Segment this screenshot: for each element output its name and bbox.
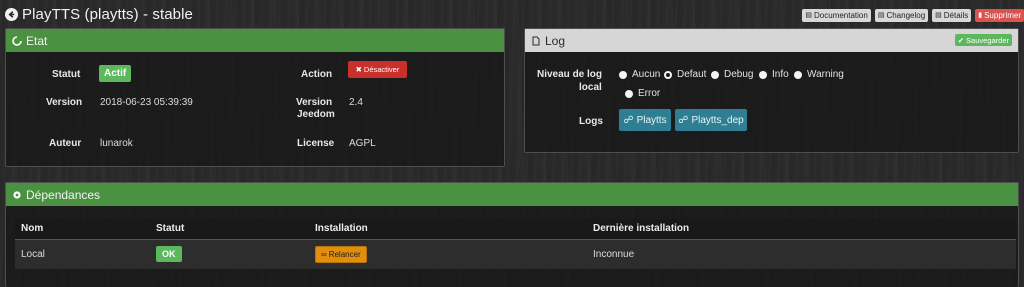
column-derniere-installation: Dernière installation: [587, 219, 1016, 240]
bicycle-icon: ∞: [321, 249, 327, 259]
cell-installation: ∞ Relancer: [309, 239, 587, 269]
documentation-button[interactable]: ▤ Documentation: [802, 9, 871, 22]
radio-button[interactable]: [794, 70, 802, 79]
documentation-label: Documentation: [814, 11, 868, 20]
desactiver-label: Désactiver: [363, 65, 400, 74]
column-installation: Installation: [309, 219, 587, 240]
table-header-row: Nom Statut Installation Dernière install…: [15, 219, 1016, 240]
log-level-label-line2: local: [579, 82, 602, 93]
radio-aucun[interactable]: Aucun: [619, 69, 660, 80]
radio-aucun-label: Aucun: [632, 69, 661, 80]
radio-error[interactable]: Error: [625, 88, 660, 99]
etat-title: Etat: [26, 33, 48, 48]
book-icon: ▤: [935, 12, 942, 19]
radio-debug[interactable]: Debug: [711, 69, 753, 80]
relancer-button[interactable]: ∞ Relancer: [315, 245, 367, 263]
paperclip-icon: ☍: [678, 114, 689, 126]
log-playtts-dep-label: Playtts_dep: [691, 114, 744, 126]
relancer-label: Relancer: [328, 249, 361, 259]
close-icon: ✖: [355, 65, 362, 74]
log-level-label-line1: Niveau de log: [537, 69, 603, 80]
radio-button[interactable]: [759, 70, 767, 79]
log-playtts-button[interactable]: ☍ Playtts: [619, 109, 671, 131]
trash-icon: ▮: [978, 12, 983, 19]
version-label: Version: [46, 97, 83, 108]
license-label: License: [297, 138, 335, 149]
jeedom-version-value: 2.4: [349, 97, 363, 108]
page-title: PlayTTS (playtts) - stable: [22, 6, 193, 23]
log-title: Log: [545, 33, 566, 48]
log-panel: Log ✔ Sauvegarder Niveau de log local Au…: [524, 28, 1019, 153]
etat-panel: Etat Statut Actif Action ✖ Désactiver Ve…: [5, 28, 505, 167]
book-icon: ▤: [877, 12, 885, 19]
top-toolbar: ▤ Documentation ▤ Changelog ▤ Détails ▮ …: [802, 9, 1024, 22]
radio-button[interactable]: [625, 89, 633, 98]
radio-info[interactable]: Info: [759, 69, 789, 80]
logs-label: Logs: [579, 116, 603, 127]
paperclip-icon: ☍: [623, 114, 634, 126]
column-nom: Nom: [15, 219, 150, 240]
statut-label: Statut: [52, 69, 81, 80]
save-label: Sauvegarder: [966, 35, 1009, 45]
radio-defaut-label: Defaut: [677, 69, 707, 80]
dependances-panel-header: Dépendances: [6, 183, 1018, 206]
delete-button[interactable]: ▮ Supprimer: [975, 9, 1024, 22]
circle-notch-icon: [12, 35, 22, 46]
cell-statut: OK: [150, 239, 309, 269]
license-value: AGPL: [349, 138, 376, 149]
log-panel-header: Log ✔ Sauvegarder: [525, 29, 1018, 52]
book-icon: ▤: [805, 12, 813, 19]
radio-warning-label: Warning: [807, 69, 844, 80]
log-playtts-label: Playtts: [636, 114, 667, 126]
action-label: Action: [301, 69, 333, 80]
auteur-value: lunarok: [100, 138, 133, 149]
jeedom-version-label-line1: Version: [296, 97, 333, 108]
table-row: Local OK ∞ Relancer Inconnue: [15, 239, 1016, 269]
details-button[interactable]: ▤ Détails: [932, 9, 972, 22]
cell-nom: Local: [15, 239, 150, 269]
title-bar: PlayTTS (playtts) - stable: [5, 6, 193, 23]
status-badge: OK: [156, 246, 182, 263]
certificate-icon: [12, 190, 22, 200]
save-button[interactable]: ✔ Sauvegarder: [954, 34, 1012, 46]
dependances-table: Nom Statut Installation Dernière install…: [15, 219, 1016, 269]
check-circle-icon: ✔: [957, 35, 965, 45]
radio-info-label: Info: [772, 69, 789, 80]
radio-defaut[interactable]: Defaut: [664, 69, 706, 80]
dependances-title: Dépendances: [26, 187, 101, 202]
radio-button[interactable]: [619, 70, 627, 79]
details-label: Détails: [943, 11, 969, 20]
arrow-left-circle-icon[interactable]: [5, 8, 18, 21]
changelog-button[interactable]: ▤ Changelog: [874, 9, 929, 22]
radio-warning[interactable]: Warning: [794, 69, 844, 80]
log-playtts-dep-button[interactable]: ☍ Playtts_dep: [675, 109, 747, 131]
column-statut: Statut: [150, 219, 309, 240]
jeedom-version-label-line2: Jeedom: [297, 109, 335, 120]
delete-label: Supprimer: [984, 11, 1021, 20]
version-value: 2018-06-23 05:39:39: [100, 97, 193, 108]
cell-derniere-installation: Inconnue: [587, 239, 1016, 269]
radio-error-label: Error: [638, 88, 661, 99]
auteur-label: Auteur: [49, 138, 82, 149]
file-icon: [531, 36, 541, 46]
dependances-panel: Dépendances Nom Statut Installation Dern…: [5, 182, 1019, 287]
statut-badge: Actif: [99, 65, 132, 82]
radio-button[interactable]: [711, 70, 719, 79]
radio-button-checked[interactable]: [664, 70, 672, 79]
changelog-label: Changelog: [886, 11, 926, 20]
etat-panel-header: Etat: [6, 29, 504, 52]
radio-debug-label: Debug: [724, 69, 754, 80]
desactiver-button[interactable]: ✖ Désactiver: [348, 61, 407, 78]
